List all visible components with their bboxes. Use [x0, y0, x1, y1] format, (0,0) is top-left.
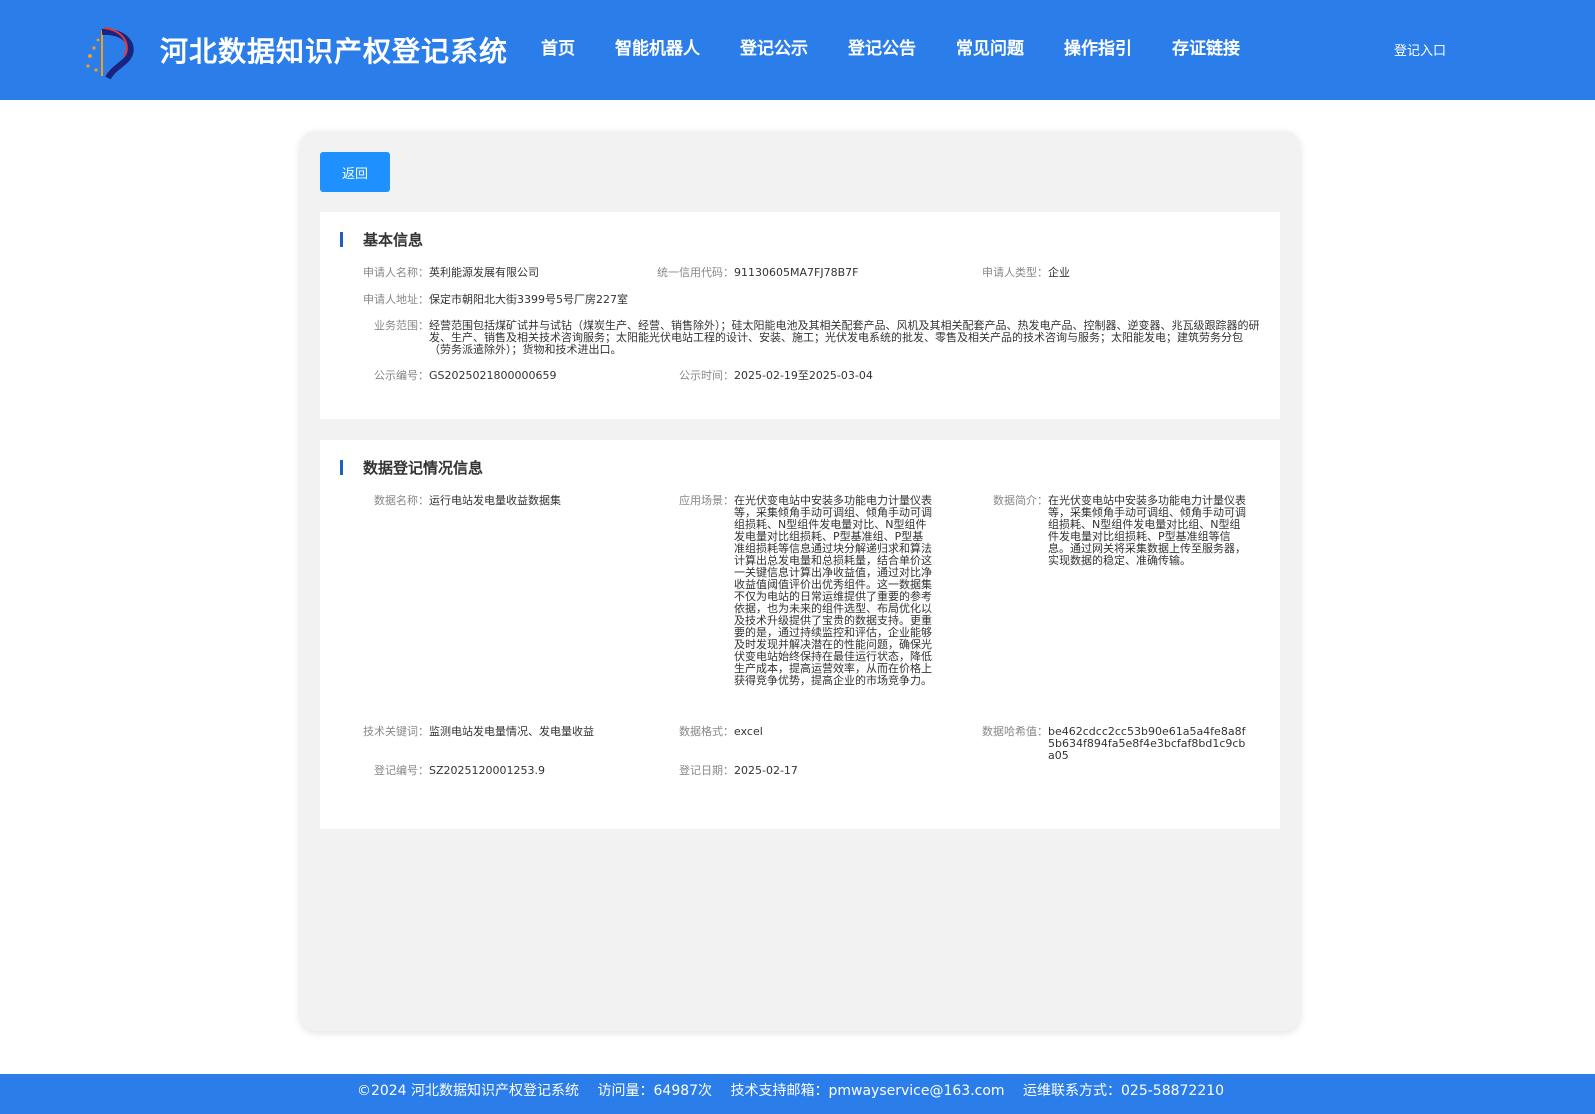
credit-code-field: 统一信用代码： 91130605MA7FJ78B7F	[657, 266, 859, 279]
page-footer: ©2024 河北数据知识产权登记系统 访问量：64987次 技术支持邮箱：pmw…	[0, 1074, 1595, 1114]
nav-guide[interactable]: 操作指引	[1064, 34, 1132, 59]
footer-contact: 运维联系方式：025-58872210	[1023, 1083, 1225, 1099]
data-format-field: 数据格式： excel	[679, 725, 763, 738]
heading-accent-bar	[340, 459, 343, 475]
top-header: 河北数据知识产权登记系统 首页 智能机器人 登记公示 登记公告 常见问题 操作指…	[0, 0, 1595, 100]
business-scope-field: 业务范围： 经营范围包括煤矿试井与试钻（煤炭生产、经营、销售除外）；硅太阳能电池…	[374, 319, 1260, 356]
nav-home[interactable]: 首页	[541, 34, 575, 59]
nav-registration-publicity[interactable]: 登记公示	[740, 34, 808, 59]
notice-time-field: 公示时间： 2025-02-19至2025-03-04	[679, 369, 873, 382]
login-link[interactable]: 登记入口	[1394, 40, 1446, 59]
application-scenario-field: 应用场景： 在光伏变电站中安装多功能电力计量仪表等，采集倾角手动可调组、倾角手动…	[679, 494, 932, 687]
nav-evidence-link[interactable]: 存证链接	[1172, 34, 1240, 59]
footer-copyright: ©2024 河北数据知识产权登记系统	[356, 1083, 580, 1099]
applicant-type-field: 申请人类型： 企业	[982, 266, 1070, 279]
data-summary-field: 数据简介： 在光伏变电站中安装多功能电力计量仪表等，采集倾角手动可调组、倾角手动…	[993, 494, 1246, 567]
data-registration-heading: 数据登记情况信息	[340, 458, 483, 477]
site-logo	[86, 27, 134, 80]
nav-registration-announcement[interactable]: 登记公告	[848, 34, 916, 59]
footer-visit-count: 访问量：64987次	[597, 1083, 713, 1099]
detail-panel: 返回 基本信息 申请人名称： 英利能源发展有限公司 统一信用代码： 911306…	[300, 131, 1300, 1031]
main-nav: 首页 智能机器人 登记公示 登记公告 常见问题 操作指引 存证链接	[541, 34, 1280, 59]
registration-date-field: 登记日期： 2025-02-17	[679, 764, 798, 777]
registration-number-field: 登记编号： SZ2025120001253.9	[374, 764, 545, 777]
applicant-address-field: 申请人地址： 保定市朝阳北大街3399号5号厂房227室	[363, 293, 628, 306]
nav-robot[interactable]: 智能机器人	[615, 34, 700, 59]
basic-info-card: 基本信息 申请人名称： 英利能源发展有限公司 统一信用代码： 91130605M…	[320, 212, 1280, 419]
site-title: 河北数据知识产权登记系统	[160, 35, 509, 68]
tech-keywords-field: 技术关键词： 监测电站发电量情况、发电量收益	[363, 725, 594, 738]
data-registration-card: 数据登记情况信息 数据名称： 运行电站发电量收益数据集 应用场景： 在光伏变电站…	[320, 440, 1280, 829]
notice-number-field: 公示编号： GS2025021800000659	[374, 369, 557, 382]
basic-info-heading: 基本信息	[340, 230, 423, 249]
heading-accent-bar	[340, 231, 343, 247]
back-button[interactable]: 返回	[320, 152, 390, 192]
data-hash-field: 数据哈希值： be462cdcc2cc53b90e61a5a4fe8a8f5b6…	[982, 725, 1246, 762]
data-name-field: 数据名称： 运行电站发电量收益数据集	[374, 494, 561, 507]
footer-support-email: 技术支持邮箱：pmwayservice@163.com	[730, 1083, 1005, 1099]
nav-faq[interactable]: 常见问题	[956, 34, 1024, 59]
applicant-name-field: 申请人名称： 英利能源发展有限公司	[363, 266, 539, 279]
